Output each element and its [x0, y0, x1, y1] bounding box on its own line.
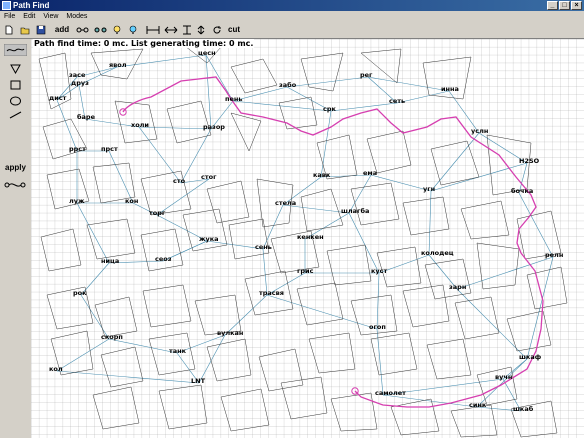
node-label: ррст: [69, 145, 86, 153]
node-label: друз: [71, 79, 89, 87]
new-file-icon[interactable]: [4, 25, 14, 35]
node-label: жука: [199, 235, 219, 243]
node-label: вучн: [495, 373, 512, 381]
node-label: баре: [77, 113, 96, 121]
node-label: цесн: [198, 49, 216, 57]
menu-file[interactable]: File: [4, 13, 15, 20]
node-label: LNT: [191, 377, 206, 385]
node-label: H2SO: [519, 157, 540, 165]
freeform-icon[interactable]: [4, 44, 27, 56]
node-label: огоп: [369, 323, 386, 331]
node-label: забо: [279, 81, 297, 89]
node-label: трасвя: [259, 289, 284, 297]
menu-edit[interactable]: Edit: [23, 13, 35, 20]
title-bar: Path Find _ □ ×: [0, 0, 584, 11]
shape-panel: apply: [0, 40, 31, 438]
node-label: прст: [101, 145, 118, 153]
node-label: кенкен: [297, 233, 324, 241]
save-icon[interactable]: [36, 25, 46, 35]
bulb-icon[interactable]: [112, 25, 122, 35]
vertical-range-icon[interactable]: [196, 25, 206, 35]
node-label: синк: [469, 401, 487, 409]
node-label: куст: [371, 267, 388, 275]
node-label: сеть: [389, 97, 405, 105]
node-label: услн: [471, 127, 488, 135]
add-node-icon[interactable]: [76, 25, 90, 35]
bulb-blue-icon[interactable]: [128, 25, 138, 35]
window-title: Path Find: [13, 1, 50, 10]
node-label: ема: [363, 169, 377, 177]
node-label: шкаб: [513, 405, 534, 413]
add-button[interactable]: add: [52, 24, 72, 36]
app-icon: [2, 1, 11, 10]
open-icon[interactable]: [20, 25, 30, 35]
line-icon[interactable]: [4, 110, 27, 120]
status-text: Path find time: 0 mc. List generating ti…: [33, 39, 255, 48]
maximize-button[interactable]: □: [559, 1, 570, 10]
node-label: засе: [69, 71, 86, 79]
horizontal-measure-icon[interactable]: [146, 25, 160, 35]
triangle-icon[interactable]: [4, 64, 27, 74]
node-label: кон: [125, 197, 138, 205]
node-label: срк: [323, 105, 337, 113]
node-label: пень: [225, 95, 243, 103]
node-label: угн: [423, 185, 435, 193]
node-label: явол: [109, 61, 127, 69]
node-label: сеоз: [155, 255, 172, 263]
menu-bar: File Edit View Modes: [0, 11, 584, 22]
rectangle-icon[interactable]: [4, 80, 27, 90]
cut-button[interactable]: cut: [226, 24, 242, 36]
node-label: стела: [275, 199, 296, 207]
node-label: релн: [545, 251, 563, 259]
node-label: грис: [297, 267, 314, 275]
link-nodes-icon[interactable]: [94, 25, 108, 35]
node-label: вулкан: [217, 329, 243, 337]
node-label: разор: [203, 123, 225, 131]
vertical-measure-icon[interactable]: [182, 25, 192, 35]
toolbar: add cut: [0, 22, 584, 39]
refresh-icon[interactable]: [212, 25, 222, 35]
close-button[interactable]: ×: [571, 1, 582, 10]
node-label: колодец: [421, 249, 454, 257]
node-label: дист: [49, 94, 67, 102]
node-label: стог: [201, 173, 217, 181]
node-label: танк: [169, 347, 187, 355]
path-tool-icon[interactable]: [4, 180, 27, 190]
node-label: луж: [69, 197, 85, 205]
apply-button[interactable]: apply: [2, 162, 29, 174]
node-label: шлагба: [341, 207, 369, 215]
horizontal-range-icon[interactable]: [164, 25, 178, 35]
menu-modes[interactable]: Modes: [66, 13, 87, 20]
node-label: рег: [360, 71, 373, 79]
minimize-button[interactable]: _: [547, 1, 558, 10]
node-label: зарн: [449, 283, 466, 291]
node-label: скорп: [101, 333, 123, 341]
ellipse-icon[interactable]: [4, 96, 27, 106]
node-label: ница: [101, 257, 119, 265]
node-label: торг: [149, 209, 166, 217]
node-label: инна: [441, 85, 459, 93]
node-label: рок: [73, 289, 87, 297]
node-label: бочка: [511, 187, 533, 195]
node-label: сень: [255, 243, 272, 251]
node-label: шкаф: [519, 353, 542, 361]
menu-view[interactable]: View: [43, 13, 58, 20]
node-label: холи: [131, 121, 149, 129]
node-label: самолет: [375, 389, 406, 397]
node-label: кол: [49, 365, 63, 373]
map-canvas[interactable]: засе явол цесн пень забо рег инна сеть дист друз б…: [31, 39, 584, 438]
map-svg[interactable]: засе явол цесн пень забо рег инна сеть дист друз б…: [31, 39, 584, 438]
node-label: кавк: [313, 171, 331, 179]
node-label: сто: [173, 177, 186, 185]
